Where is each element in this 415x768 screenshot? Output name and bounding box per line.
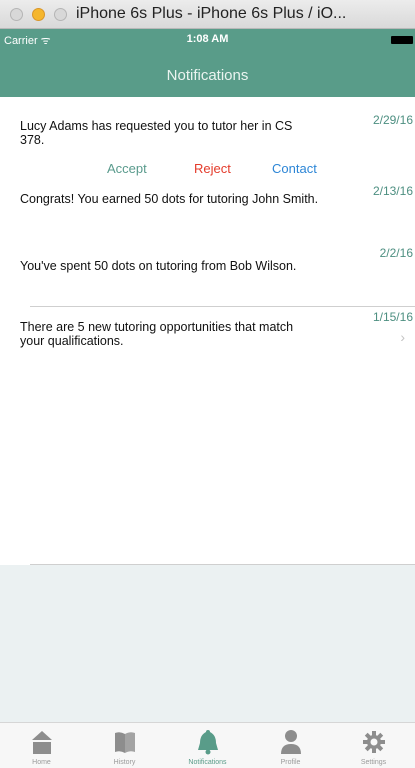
notification-date: 2/29/16 <box>372 113 413 127</box>
tab-notifications[interactable]: Notifications <box>166 723 249 768</box>
close-window-button[interactable] <box>10 8 23 21</box>
tab-home[interactable]: Home <box>0 723 83 768</box>
notification-actions: Accept Reject Contact <box>0 161 415 179</box>
window-title: iPhone 6s Plus - iPhone 6s Plus / iO... <box>76 5 347 22</box>
page-title: Notifications <box>166 67 249 84</box>
notification-date: 2/13/16 <box>372 184 413 198</box>
tab-label: Notifications <box>188 759 227 766</box>
bell-icon <box>198 730 218 755</box>
notification-row[interactable]: Congrats! You earned 50 dots for tutorin… <box>0 181 415 237</box>
minimize-window-button[interactable] <box>32 8 45 21</box>
notification-message: Congrats! You earned 50 dots for tutorin… <box>20 192 319 206</box>
tab-history[interactable]: History <box>83 723 166 768</box>
simulator-title-bar: iPhone 6s Plus - iPhone 6s Plus / iO... <box>0 0 415 29</box>
zoom-window-button[interactable] <box>54 8 67 21</box>
tab-label: History <box>113 759 136 766</box>
reject-button[interactable]: Reject <box>194 161 231 176</box>
gear-icon <box>363 731 385 753</box>
battery-icon <box>391 36 413 44</box>
chevron-right-icon[interactable]: › <box>400 329 405 345</box>
list-bottom-separator <box>30 564 415 565</box>
tab-bar: Home History Notifications Profile Setti… <box>0 722 415 768</box>
contact-button[interactable]: Contact <box>272 161 317 176</box>
tab-label: Profile <box>280 759 301 766</box>
tab-settings[interactable]: Settings <box>332 723 415 768</box>
status-bar: Carrier ᯤ 1:08 AM <box>0 29 415 51</box>
notification-message: You've spent 50 dots on tutoring from Bo… <box>20 259 297 273</box>
notification-message: Lucy Adams has requested you to tutor he… <box>20 119 293 147</box>
notification-row[interactable]: Lucy Adams has requested you to tutor he… <box>0 97 415 181</box>
status-time: 1:08 AM <box>186 33 229 45</box>
content-area: Lucy Adams has requested you to tutor he… <box>0 97 415 722</box>
person-icon <box>281 730 301 754</box>
notification-row[interactable]: You've spent 50 dots on tutoring from Bo… <box>0 237 415 305</box>
notification-date: 2/2/16 <box>379 246 413 260</box>
tab-label: Home <box>32 759 51 766</box>
navigation-bar: Notifications <box>0 51 415 97</box>
tab-profile[interactable]: Profile <box>249 723 332 768</box>
home-icon <box>32 731 52 754</box>
book-icon <box>115 732 135 753</box>
notification-row[interactable]: There are 5 new tutoring opportunities t… <box>0 307 415 367</box>
notifications-list: Lucy Adams has requested you to tutor he… <box>0 97 415 565</box>
tab-label: Settings <box>360 759 387 766</box>
notification-message: There are 5 new tutoring opportunities t… <box>20 320 294 348</box>
accept-button[interactable]: Accept <box>107 161 147 176</box>
notification-date: 1/15/16 <box>372 310 413 324</box>
